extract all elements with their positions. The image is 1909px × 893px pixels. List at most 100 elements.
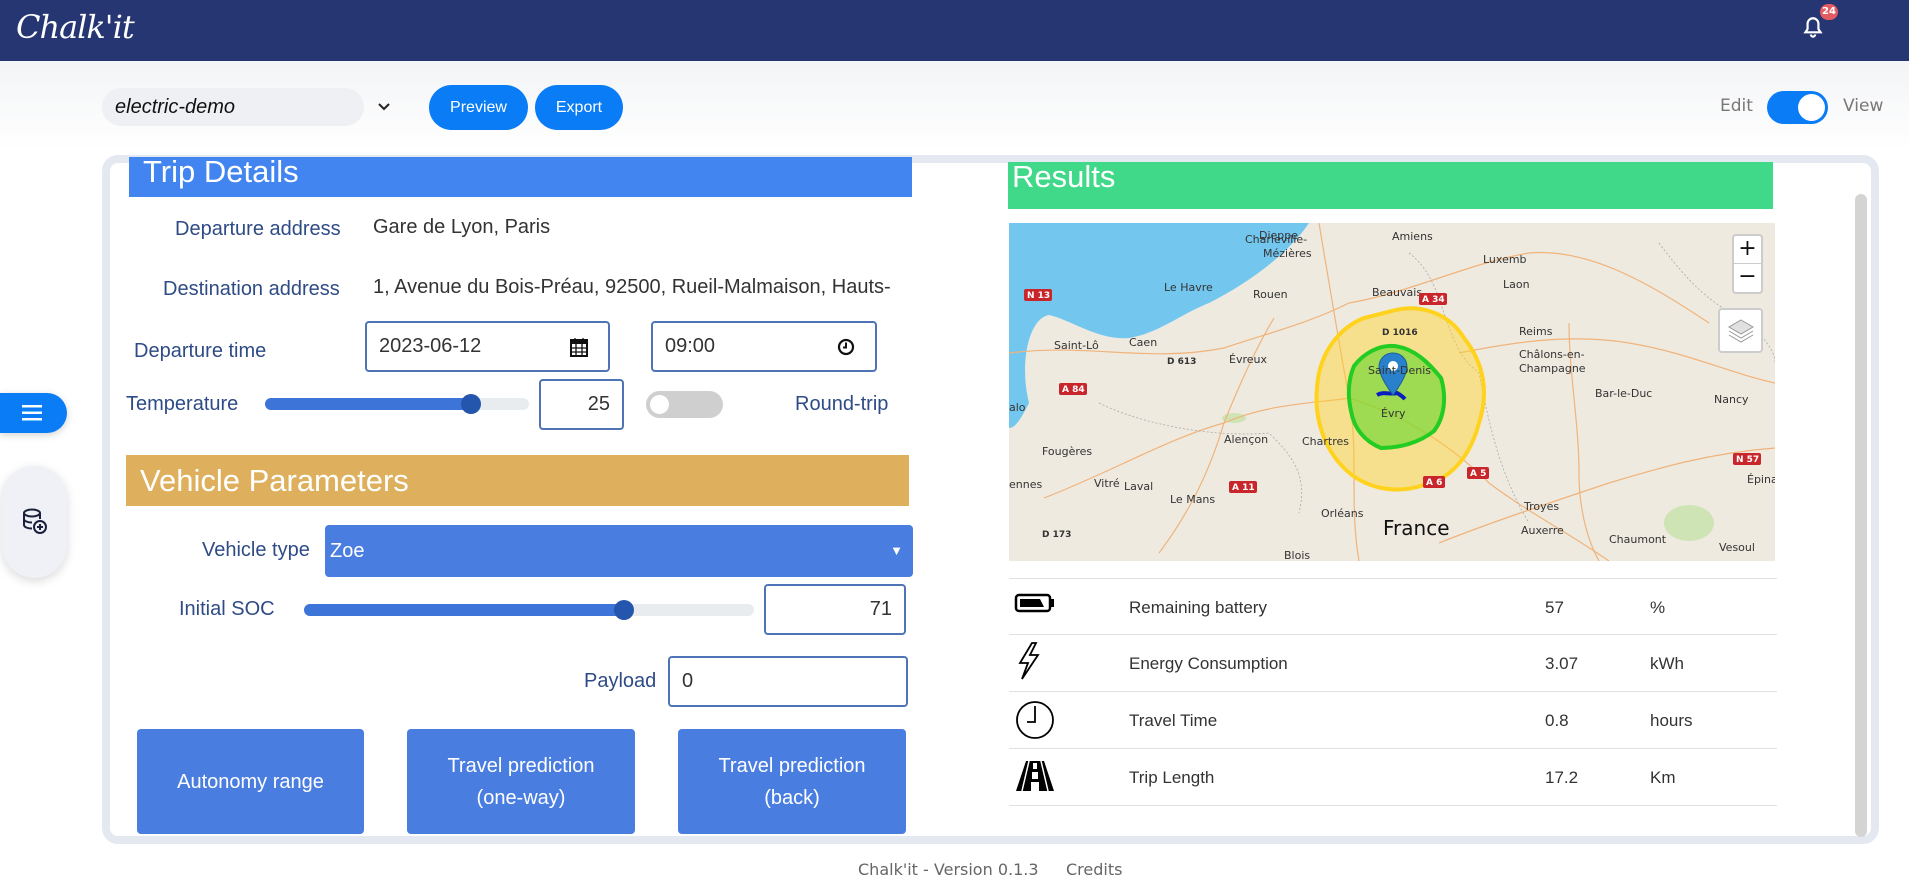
view-mode-label: View <box>1843 96 1884 116</box>
travel-prediction-oneway-button[interactable]: Travel prediction (one-way) <box>407 729 635 834</box>
map-place-label: Nancy <box>1714 393 1749 406</box>
map-place-label: Laval <box>1124 480 1153 493</box>
map-place-label: Le Mans <box>1170 493 1215 506</box>
map-place-label: ennes <box>1009 478 1042 491</box>
map-place-label: Luxemb <box>1483 253 1527 266</box>
menu-button[interactable] <box>0 393 67 433</box>
result-name: Energy Consumption <box>1129 654 1288 673</box>
result-name: Travel Time <box>1129 711 1218 730</box>
switch-knob <box>650 395 669 414</box>
map-country-label: France <box>1383 516 1450 540</box>
round-trip-label: Round-trip <box>795 393 889 415</box>
result-unit: Km <box>1650 768 1676 787</box>
map-place-label: Évreux <box>1229 353 1267 366</box>
database-add-icon <box>23 508 47 534</box>
temperature-slider-fill <box>265 398 471 410</box>
result-name: Trip Length <box>1129 768 1215 787</box>
map-place-label: Auxerre <box>1521 524 1564 537</box>
temperature-input[interactable]: 25 <box>539 379 624 430</box>
calendar-icon[interactable] <box>570 337 588 357</box>
vehicle-type-select[interactable]: Zoe ▼ <box>325 525 913 577</box>
result-row: Trip Length 17.2 Km <box>1009 749 1777 806</box>
travel-prediction-back-button[interactable]: Travel prediction (back) <box>678 729 906 834</box>
autonomy-range-button[interactable]: Autonomy range <box>137 729 364 834</box>
range-map[interactable]: Dieppe Amiens Charleville- Mézières Luxemb Le… <box>1009 223 1775 561</box>
zoom-out-button[interactable]: − <box>1734 264 1761 292</box>
result-unit: kWh <box>1650 654 1684 673</box>
results-heading: Results <box>1008 162 1773 209</box>
map-place-label: Troyes <box>1523 500 1559 513</box>
map-place-label: Chaumont <box>1609 533 1667 546</box>
result-unit: % <box>1650 598 1666 617</box>
chevron-down-icon[interactable] <box>374 96 394 116</box>
hamburger-icon <box>22 405 42 421</box>
initial-soc-slider[interactable] <box>304 600 754 620</box>
map-place-label: Le Havre <box>1164 281 1213 294</box>
road-shield-label: N 57 <box>1736 455 1759 465</box>
payload-value: 0 <box>682 670 694 692</box>
map-place-label: Champagne <box>1519 362 1586 375</box>
result-value: 0.8 <box>1545 711 1569 730</box>
road-shield-label: N 13 <box>1027 291 1050 301</box>
map-place-label: Chartres <box>1302 435 1349 448</box>
departure-address-label: Departure address <box>175 218 341 240</box>
clock-icon[interactable] <box>837 338 855 356</box>
road-shield-label: D 613 <box>1167 357 1196 367</box>
round-trip-switch[interactable] <box>646 391 723 418</box>
clock-icon <box>1016 701 1054 739</box>
vehicle-parameters-heading: Vehicle Parameters <box>126 455 909 506</box>
departure-address-value[interactable]: Gare de Lyon, Paris <box>373 216 550 239</box>
forest-area <box>1664 505 1714 541</box>
result-row: Travel Time 0.8 hours <box>1009 692 1777 749</box>
map-place-label: Amiens <box>1392 230 1433 243</box>
project-name-input[interactable]: electric-demo <box>102 88 364 126</box>
map-place-label: Bar-le-Duc <box>1595 387 1652 400</box>
map-place-label: Châlons-en- <box>1519 348 1585 361</box>
destination-address-label: Destination address <box>163 278 340 300</box>
map-canvas[interactable]: Dieppe AmiensCharleville-Mézières LuxembLe… <box>1009 223 1775 561</box>
export-button[interactable]: Export <box>535 85 623 130</box>
dashboard-scrollbar[interactable] <box>1855 194 1867 837</box>
departure-date-input[interactable]: 2023-06-12 <box>365 321 610 372</box>
result-value: 3.07 <box>1545 654 1579 673</box>
toggle-knob <box>1798 94 1825 121</box>
edit-view-toggle[interactable] <box>1767 91 1828 124</box>
departure-time-label: Departure time <box>134 340 267 362</box>
soc-slider-fill <box>304 604 624 616</box>
map-place-label: Rouen <box>1253 288 1288 301</box>
road-shield-label: A 84 <box>1062 385 1085 395</box>
oneway-label-line1: Travel prediction <box>447 754 595 777</box>
oneway-label-line2: (one-way) <box>476 786 566 809</box>
map-zoom-control: + − <box>1732 234 1763 294</box>
destination-address-value[interactable]: 1, Avenue du Bois-Préau, 92500, Rueil-Ma… <box>373 276 891 299</box>
map-place-label: Reims <box>1519 325 1553 338</box>
map-place-label: Saint-Lô <box>1054 339 1099 352</box>
datasources-button[interactable] <box>2 466 67 578</box>
map-layers-button[interactable] <box>1718 308 1763 353</box>
result-value: 57 <box>1545 598 1564 617</box>
map-place-label: Fougères <box>1042 445 1092 458</box>
road-shield-label: A 11 <box>1232 483 1255 493</box>
map-place-label: alo <box>1009 401 1026 414</box>
map-place-label: Vesoul <box>1719 541 1755 554</box>
back-label-line2: (back) <box>764 786 820 809</box>
temperature-slider-thumb[interactable] <box>460 394 481 414</box>
road-shield-label: A 5 <box>1470 469 1486 479</box>
zoom-in-button[interactable]: + <box>1734 236 1761 264</box>
credits-link[interactable]: Credits <box>1066 860 1122 879</box>
version-text: Chalk'it - Version 0.1.3 <box>858 860 1039 879</box>
temperature-slider[interactable] <box>265 394 529 414</box>
road-shield-label: D 1016 <box>1382 328 1418 338</box>
payload-input[interactable]: 0 <box>668 656 908 707</box>
result-value: 17.2 <box>1545 768 1579 787</box>
initial-soc-input[interactable]: 71 <box>764 584 906 635</box>
edit-mode-label: Edit <box>1720 96 1753 116</box>
soc-slider-thumb[interactable] <box>613 600 634 620</box>
vehicle-type-label: Vehicle type <box>202 539 310 561</box>
departure-time-input[interactable]: 09:00 <box>651 321 877 372</box>
map-place-label: Orléans <box>1321 507 1364 520</box>
map-place-label: Charleville- <box>1245 233 1307 246</box>
app-logo[interactable]: Chalk'it <box>16 8 135 46</box>
preview-button[interactable]: Preview <box>429 85 528 130</box>
road-icon <box>1016 760 1054 792</box>
